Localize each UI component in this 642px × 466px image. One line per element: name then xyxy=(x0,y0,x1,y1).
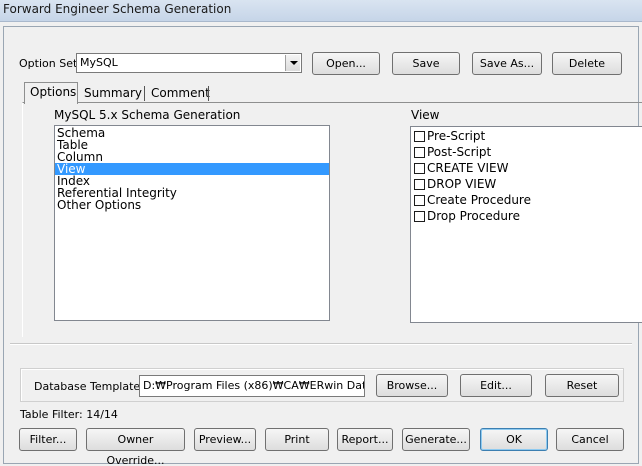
list-item[interactable]: Schema xyxy=(55,127,329,139)
schema-category-list[interactable]: Schema Table Column View Index Referenti… xyxy=(54,125,330,321)
checkbox[interactable] xyxy=(414,131,425,142)
database-template-label: Database Template: xyxy=(34,380,144,393)
tab-comment[interactable]: Comment xyxy=(151,86,210,100)
filter-button[interactable]: Filter... xyxy=(19,428,77,451)
checkbox-item[interactable]: DROP VIEW xyxy=(411,178,631,191)
tab-options[interactable]: Options xyxy=(24,82,78,104)
checkbox-label: Pre-Script xyxy=(427,129,486,143)
save-as-button[interactable]: Save As... xyxy=(472,52,542,75)
checkbox-item[interactable]: CREATE VIEW xyxy=(411,162,631,175)
database-template-path-field[interactable]: D:₩Program Files (x86)₩CA₩ERwin Data Mo xyxy=(139,375,365,397)
database-template-path: D:₩Program Files (x86)₩CA₩ERwin Data Mo xyxy=(143,379,364,392)
cancel-button[interactable]: Cancel xyxy=(556,428,624,451)
list-item[interactable]: Column xyxy=(55,151,329,163)
tab-options-label: Options xyxy=(30,85,77,99)
browse-button[interactable]: Browse... xyxy=(376,374,448,397)
generate-button[interactable]: Generate... xyxy=(402,428,470,451)
preview-button[interactable]: Preview... xyxy=(194,428,256,451)
right-list-heading: View xyxy=(411,108,440,122)
option-set-label: Option Set: xyxy=(19,57,81,70)
edit-button[interactable]: Edit... xyxy=(460,374,532,397)
list-item-selected[interactable]: View xyxy=(55,163,329,175)
title-bar[interactable]: Forward Engineer Schema Generation xyxy=(0,0,642,22)
list-item[interactable]: Other Options xyxy=(55,199,329,211)
save-button[interactable]: Save xyxy=(392,52,460,75)
checkbox-label: DROP VIEW xyxy=(427,177,497,191)
window-title: Forward Engineer Schema Generation xyxy=(3,2,232,16)
checkbox-label: CREATE VIEW xyxy=(427,161,509,175)
owner-override-button[interactable]: Owner Override... xyxy=(86,428,185,466)
table-filter-status: Table Filter: 14/14 xyxy=(20,408,118,421)
option-set-value: MySQL xyxy=(80,56,118,69)
delete-button[interactable]: Delete xyxy=(552,52,622,75)
chevron-down-icon[interactable] xyxy=(285,55,300,71)
checkbox-item[interactable]: Drop Procedure xyxy=(411,210,631,223)
checkbox[interactable] xyxy=(414,163,425,174)
checkbox[interactable] xyxy=(414,147,425,158)
report-button[interactable]: Report... xyxy=(337,428,393,451)
tab-summary[interactable]: Summary xyxy=(84,86,142,100)
ok-button[interactable]: OK xyxy=(480,428,548,451)
reset-button[interactable]: Reset xyxy=(545,374,619,397)
checkbox[interactable] xyxy=(414,211,425,222)
checkbox-item[interactable]: Post-Script xyxy=(411,146,631,159)
checkbox[interactable] xyxy=(414,179,425,190)
tab-separator xyxy=(208,86,209,101)
left-list-heading: MySQL 5.x Schema Generation xyxy=(54,108,241,122)
open-button[interactable]: Open... xyxy=(312,52,380,75)
checkbox[interactable] xyxy=(414,195,425,206)
separator-line xyxy=(10,343,632,345)
checkbox-label: Post-Script xyxy=(427,145,492,159)
print-button[interactable]: Print xyxy=(265,428,329,451)
checkbox-item[interactable]: Create Procedure xyxy=(411,194,631,207)
option-set-dropdown[interactable]: MySQL xyxy=(76,53,302,73)
checkbox-item[interactable]: Pre-Script xyxy=(411,130,631,143)
checkbox-label: Drop Procedure xyxy=(427,209,520,223)
tab-separator xyxy=(144,86,145,101)
view-options-list[interactable]: Pre-Script Post-Script CREATE VIEW DROP … xyxy=(410,126,642,323)
checkbox-label: Create Procedure xyxy=(427,193,531,207)
